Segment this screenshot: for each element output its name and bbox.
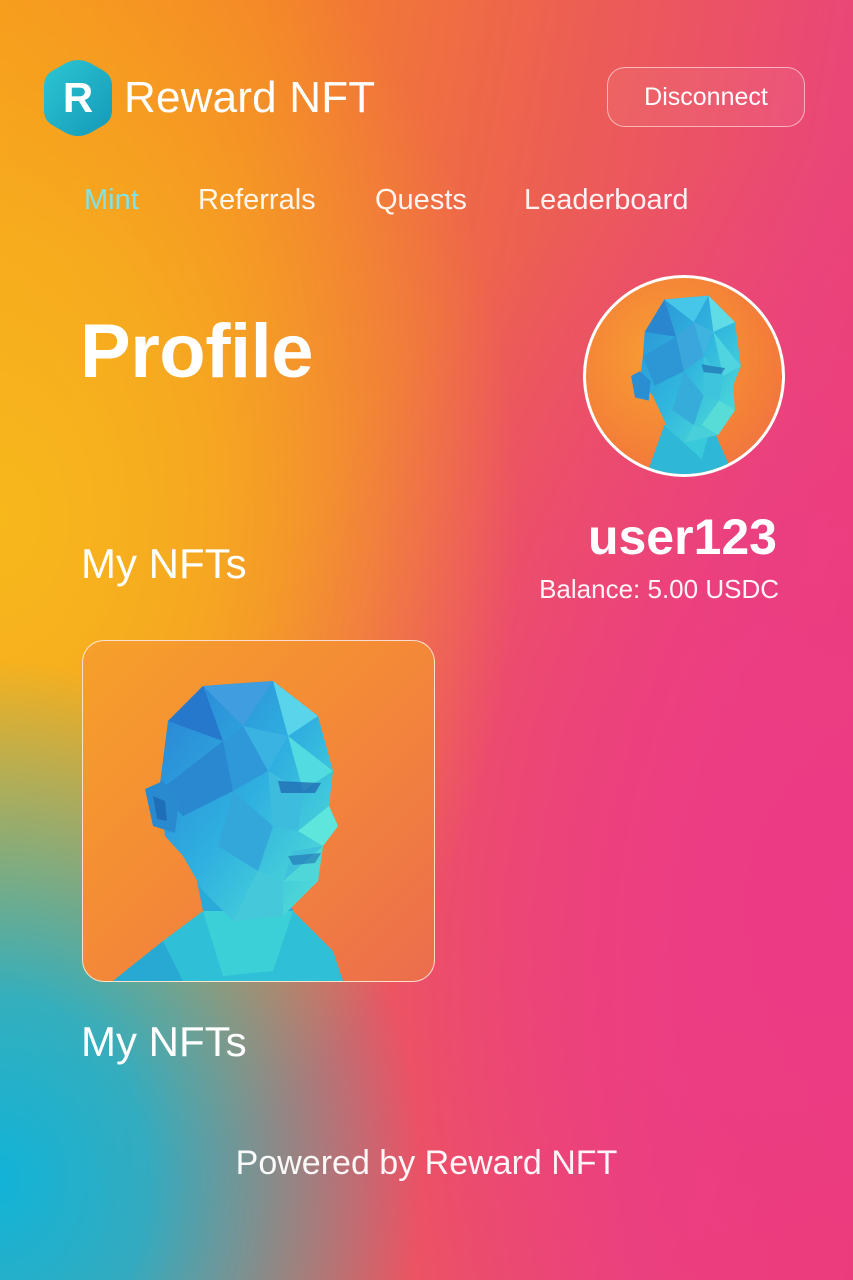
profile-avatar[interactable] <box>583 275 785 477</box>
balance-text: Balance: 5.00 USDC <box>539 574 779 604</box>
nav-item-quests[interactable]: Quests <box>375 184 467 217</box>
logo-hex-icon: R <box>44 60 112 136</box>
nav-item-leaderboard[interactable]: Leaderboard <box>524 184 688 217</box>
lowpoly-head-nft-icon <box>113 681 343 981</box>
nav-item-mint[interactable]: Mint <box>84 184 139 217</box>
page-title: Profile <box>80 309 314 394</box>
lowpoly-head-avatar-icon <box>631 295 741 474</box>
brand-logo[interactable]: R Reward NFT <box>44 60 375 136</box>
main-nav: Mint Referrals Quests Leaderboard <box>0 184 853 228</box>
disconnect-button[interactable]: Disconnect <box>607 67 805 127</box>
nft-card[interactable] <box>82 640 435 982</box>
footer-text: Powered by Reward NFT <box>235 1144 618 1182</box>
nav-item-referrals[interactable]: Referrals <box>198 184 316 217</box>
username: user123 <box>587 509 777 565</box>
logo-letter: R <box>63 74 93 121</box>
my-nfts-heading-secondary: My NFTs <box>81 1018 247 1065</box>
app-name: Reward NFT <box>124 73 376 122</box>
my-nfts-heading: My NFTs <box>81 540 247 587</box>
